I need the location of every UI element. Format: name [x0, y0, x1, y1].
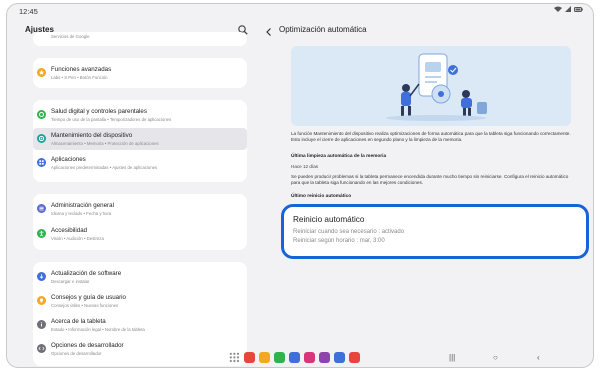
detail-header: Optimización automática: [257, 18, 591, 40]
settings-item-title: Opciones de desarrollador: [51, 342, 124, 349]
info-icon: [37, 320, 46, 329]
settings-card-general: Administración general Idioma y teclado …: [33, 194, 247, 250]
settings-item-subtitle: Idioma y teclado • Fecha y hora: [51, 211, 112, 216]
settings-item-title: Salud digital y controles parentales: [51, 108, 147, 115]
restart-note-text: Se pueden producir problemas si la table…: [291, 174, 569, 186]
settings-item-title: Accesibilidad: [51, 227, 88, 234]
settings-item-device-care[interactable]: Mantenimiento del dispositivo Almacenami…: [33, 128, 247, 150]
settings-item-subtitle: Labs • S Pen • Botón Función: [51, 75, 108, 80]
app-dock: [229, 352, 360, 363]
settings-item-title: Aplicaciones: [51, 156, 86, 163]
general-management-icon: [37, 204, 46, 213]
description-text: La función Mantenimiento del dispositivo…: [291, 131, 571, 143]
settings-item-title: Actualización de software: [51, 270, 122, 277]
office-app-icon[interactable]: [334, 352, 345, 363]
device-care-icon: [37, 134, 46, 143]
home-button[interactable]: ○: [493, 353, 498, 362]
status-icons: [554, 6, 583, 12]
settings-item-subtitle: Estado • Información legal • Nombre de l…: [51, 327, 145, 332]
settings-pane: Ajustes Servicios de Google Funciones av…: [15, 18, 253, 366]
camera-app-icon[interactable]: [304, 352, 315, 363]
settings-item-title: Consejos y guía de usuario: [51, 294, 126, 301]
auto-restart-card[interactable]: Reinicio automático Reiniciar cuando sea…: [281, 204, 589, 259]
settings-app-icon[interactable]: [349, 352, 360, 363]
last-cleanup-value: Hace 12 días: [291, 164, 319, 169]
navigation-bar: ||| ○ ‹: [7, 349, 593, 367]
settings-item-accessibility[interactable]: Accesibilidad Visión • Audición • Destre…: [33, 223, 247, 245]
settings-card-partial: Servicios de Google: [33, 32, 247, 46]
settings-item-apps[interactable]: Aplicaciones Aplicaciones predeterminada…: [33, 152, 247, 174]
apps-icon: [37, 158, 46, 167]
settings-item-subtitle: Almacenamiento • Memoria • Protección de…: [51, 141, 159, 146]
settings-item-subtitle: Visión • Audición • Destreza: [51, 236, 104, 241]
status-time: 12:45: [19, 7, 38, 16]
star-icon: [37, 68, 46, 77]
settings-card-device: Salud digital y controles parentales Tie…: [33, 100, 247, 182]
notes-app-icon[interactable]: [259, 352, 270, 363]
signal-icon: [565, 6, 571, 12]
settings-item-subtitle: Aplicaciones predeterminadas • Ajustes d…: [51, 165, 158, 170]
settings-item-subtitle: Tiempo de uso de la pantalla • Temporiza…: [51, 117, 172, 122]
gallery-app-icon[interactable]: [244, 352, 255, 363]
settings-item-subtitle: Consejos útiles • Nuevas funciones: [51, 303, 119, 308]
apps-grid-icon[interactable]: [229, 352, 240, 363]
phone-app-icon[interactable]: [289, 352, 300, 363]
settings-item-advanced-features[interactable]: Funciones avanzadas Labs • S Pen • Botón…: [33, 62, 247, 84]
back-nav-button[interactable]: ‹: [537, 353, 540, 362]
settings-item-subtitle: Descargar e instalar: [51, 279, 90, 284]
settings-item-title: Funciones avanzadas: [51, 66, 112, 73]
settings-item-digital-wellbeing[interactable]: Salud digital y controles parentales Tie…: [33, 104, 247, 126]
messages-app-icon[interactable]: [274, 352, 285, 363]
settings-item-title: Administración general: [51, 202, 114, 209]
wifi-icon: [554, 6, 562, 12]
page-title: Optimización automática: [279, 25, 367, 34]
software-update-icon: [37, 272, 46, 281]
settings-item-software-update[interactable]: Actualización de software Descargar e in…: [33, 266, 247, 288]
auto-restart-schedule: Reiniciar según horario : mar, 3:00: [293, 238, 385, 244]
status-bar: 12:45: [7, 4, 593, 18]
settings-item-title: Acerca de la tableta: [51, 318, 106, 325]
illustration-graphic: [386, 53, 487, 121]
settings-item-about-tablet[interactable]: Acerca de la tableta Estado • Informació…: [33, 314, 247, 336]
detail-pane: Optimización automática La función Mante…: [257, 18, 591, 348]
digital-wellbeing-icon: [37, 110, 46, 119]
back-button[interactable]: [264, 24, 274, 36]
settings-card-advanced: Funciones avanzadas Labs • S Pen • Botón…: [33, 58, 247, 88]
settings-item-tips[interactable]: Consejos y guía de usuario Consejos útil…: [33, 290, 247, 312]
accessibility-icon: [37, 229, 46, 238]
settings-item-title: Mantenimiento del dispositivo: [51, 132, 133, 139]
chevron-left-icon: [266, 28, 271, 36]
store-app-icon[interactable]: [319, 352, 330, 363]
recent-apps-button[interactable]: |||: [449, 353, 455, 362]
tablet-screen: 12:45 Ajustes Servicios de Google Funcio…: [6, 3, 594, 368]
tips-icon: [37, 296, 46, 305]
last-restart-label: Último reinicio automático: [291, 194, 352, 199]
settings-item-general-management[interactable]: Administración general Idioma y teclado …: [33, 198, 247, 220]
last-cleanup-label: Última limpieza automática de la memoria: [291, 154, 387, 159]
auto-restart-when-needed: Reiniciar cuando sea necesario : activad…: [293, 229, 405, 235]
device-care-illustration: [291, 46, 571, 126]
auto-restart-title: Reinicio automático: [293, 215, 365, 224]
partial-item-subtitle: Servicios de Google: [51, 34, 90, 39]
battery-icon: [574, 6, 583, 12]
